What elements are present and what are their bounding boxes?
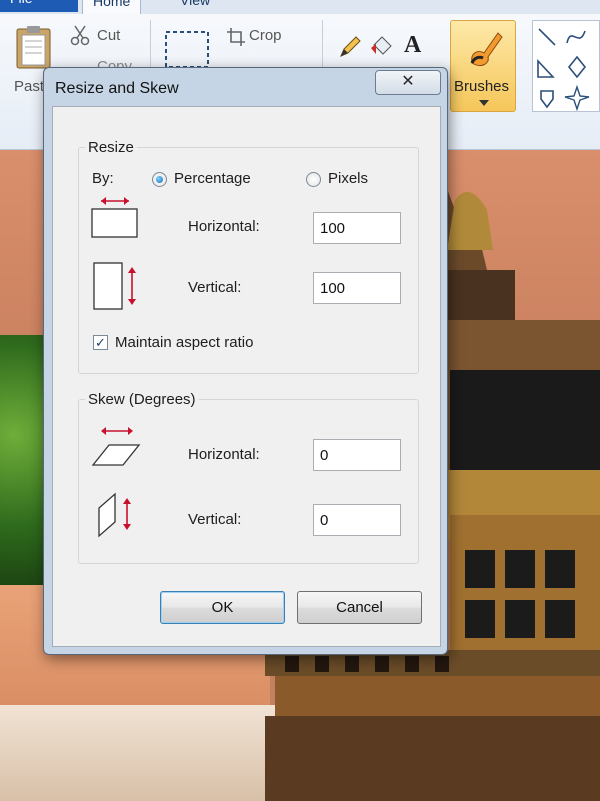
pixels-label[interactable]: Pixels (328, 170, 368, 187)
resize-group: Resize By: Percentage Pixels Horizontal:… (78, 139, 419, 374)
skew-vertical-input[interactable]: 0 (313, 504, 401, 536)
maintain-aspect-checkbox[interactable]: ✓ (93, 335, 108, 350)
resize-horizontal-icon (91, 197, 138, 238)
shapes-icon (537, 28, 590, 112)
brushes-label: Brushes (454, 78, 510, 95)
skew-horizontal-label: Horizontal: (188, 446, 260, 463)
chevron-down-icon (479, 100, 489, 106)
text-tool-icon[interactable]: A (404, 32, 421, 59)
cancel-button[interactable]: Cancel (297, 591, 422, 624)
resize-group-title: Resize (85, 139, 137, 156)
ribbon-tab-bar: File Home View (0, 0, 600, 14)
resize-horizontal-label: Horizontal: (188, 218, 260, 235)
skew-vertical-icon (98, 492, 131, 538)
resize-vertical-icon (93, 262, 136, 310)
percentage-label[interactable]: Percentage (174, 170, 251, 187)
skew-group: Skew (Degrees) Horizontal: 0 Vertical: 0 (78, 391, 419, 564)
resize-vertical-input[interactable]: 100 (313, 272, 401, 304)
resize-horizontal-input[interactable]: 100 (313, 212, 401, 244)
dialog-client-area: Resize By: Percentage Pixels Horizontal:… (52, 106, 441, 647)
pencil-icon[interactable] (338, 34, 362, 60)
skew-horizontal-input[interactable]: 0 (313, 439, 401, 471)
fill-bucket-icon[interactable] (369, 34, 395, 60)
skew-vertical-label: Vertical: (188, 511, 242, 528)
maintain-aspect-label[interactable]: Maintain aspect ratio (115, 334, 253, 351)
ok-button[interactable]: OK (160, 591, 285, 624)
crop-icon[interactable] (226, 27, 246, 47)
pixels-radio[interactable] (306, 172, 321, 187)
close-button[interactable]: ✕ (375, 70, 441, 95)
brush-icon (470, 32, 503, 66)
skew-horizontal-icon (91, 427, 141, 466)
photo-desk (0, 705, 280, 801)
percentage-radio[interactable] (152, 172, 167, 187)
close-icon: ✕ (401, 73, 415, 90)
resize-vertical-label: Vertical: (188, 279, 242, 296)
select-icon[interactable] (164, 30, 210, 70)
by-label: By: (92, 170, 114, 187)
shapes-gallery[interactable] (532, 20, 600, 112)
photo-aquarium (0, 335, 46, 585)
paste-icon[interactable] (14, 24, 54, 70)
cut-label[interactable]: Cut (97, 27, 120, 44)
crop-label[interactable]: Crop (249, 27, 282, 44)
skew-group-title: Skew (Degrees) (85, 391, 199, 408)
tab-view[interactable]: View (170, 0, 220, 14)
tab-file[interactable]: File (0, 0, 78, 12)
resize-skew-dialog: Resize and Skew ✕ Resize By: Percentage … (43, 67, 448, 655)
dialog-title: Resize and Skew (55, 80, 179, 97)
brushes-button[interactable]: Brushes (450, 20, 516, 112)
cut-icon[interactable] (70, 24, 90, 46)
tab-home[interactable]: Home (82, 0, 142, 14)
